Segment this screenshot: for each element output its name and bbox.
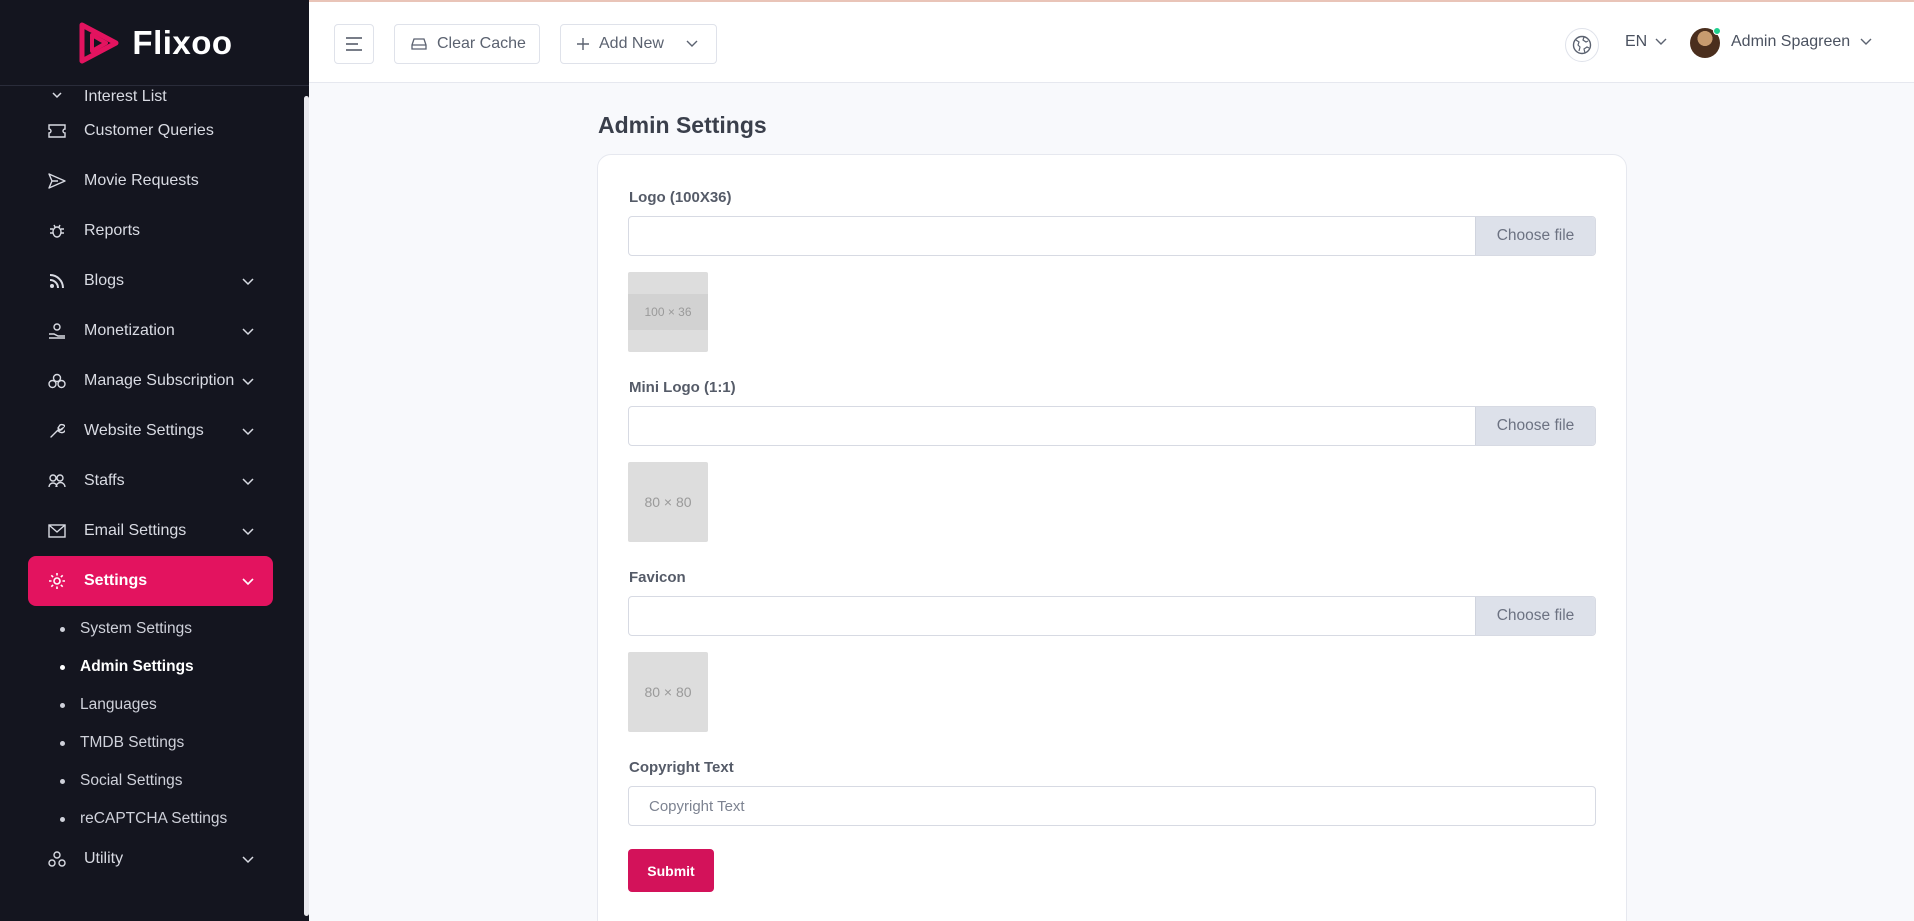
sidebar-item-website-settings[interactable]: Website Settings	[0, 406, 300, 456]
website-link-button[interactable]	[1565, 28, 1599, 62]
mini-logo-label: Mini Logo (1:1)	[629, 379, 736, 396]
sidebar-item-label: Movie Requests	[84, 172, 199, 189]
logo-preview: 100 × 36	[628, 272, 708, 352]
add-new-dropdown[interactable]: Add New	[560, 24, 717, 64]
topbar: Clear Cache Add New EN Admin Spagreen	[309, 0, 1914, 83]
sidebar-item-movie-requests[interactable]: Movie Requests	[0, 156, 300, 206]
clear-cache-button[interactable]: Clear Cache	[394, 24, 540, 64]
chevron-down-icon	[242, 428, 254, 436]
sidebar-item-interest-list[interactable]: Interest List	[0, 84, 300, 106]
chevron-down-icon	[1655, 38, 1667, 45]
sidebar-item-reports[interactable]: Reports	[0, 206, 300, 256]
clear-cache-label: Clear Cache	[437, 35, 526, 52]
online-status-dot	[1713, 27, 1721, 35]
chevron-down-icon	[242, 856, 254, 864]
user-name: Admin Spagreen	[1731, 33, 1851, 50]
wrench-icon	[48, 422, 66, 440]
submenu-item-languages[interactable]: Languages	[0, 686, 300, 724]
add-new-label: Add New	[599, 35, 664, 52]
hand-coin-icon	[48, 322, 66, 340]
admin-settings-form: Logo (100X36) Choose file 100 × 36 Mini …	[597, 154, 1627, 921]
rss-icon	[48, 272, 66, 290]
sidebar-item-label: Reports	[84, 222, 141, 239]
sidebar-item-label: Blogs	[84, 272, 125, 289]
favicon-preview: 80 × 80	[628, 652, 708, 732]
mini-logo-preview: 80 × 80	[628, 462, 708, 542]
submenu-item-system-settings[interactable]: System Settings	[0, 610, 300, 648]
settings-submenu: System Settings Admin Settings Languages…	[0, 606, 300, 838]
chevron-down-icon	[242, 328, 254, 336]
sidebar-item-monetization[interactable]: Monetization	[0, 306, 300, 356]
logo-label: Logo (100X36)	[629, 189, 732, 206]
logo-file-path[interactable]	[629, 217, 1475, 255]
subscription-icon	[48, 372, 66, 390]
chevron-down-icon	[1860, 38, 1872, 45]
chevron-down-icon	[686, 40, 698, 47]
storage-icon	[411, 38, 427, 50]
sidebar-item-label: Utility	[84, 850, 124, 867]
sidebar-item-email-settings[interactable]: Email Settings	[0, 506, 300, 556]
favicon-choose-file-button[interactable]: Choose file	[1475, 597, 1595, 635]
language-dropdown[interactable]: EN	[1625, 33, 1667, 51]
sidebar-item-label: Customer Queries	[84, 122, 214, 139]
submit-button[interactable]: Submit	[628, 849, 714, 892]
avatar[interactable]	[1690, 27, 1721, 58]
chevron-down-icon	[242, 378, 254, 386]
sidebar-scrollbar[interactable]	[304, 96, 309, 916]
favicon-file-input[interactable]: Choose file	[628, 596, 1596, 636]
ticket-icon	[48, 122, 66, 140]
sidebar-item-label: Staffs	[84, 472, 125, 489]
chevron-down-icon	[242, 528, 254, 536]
sidebar-item-label: Manage Subscription	[84, 372, 235, 389]
favicon-file-path[interactable]	[629, 597, 1475, 635]
sidebar-item-customer-queries[interactable]: Customer Queries	[0, 106, 300, 156]
sidebar-item-staffs[interactable]: Staffs	[0, 456, 300, 506]
utility-icon	[48, 850, 66, 868]
users-icon	[48, 472, 66, 490]
favicon-label: Favicon	[629, 569, 686, 586]
sidebar-item-label: Settings	[84, 572, 148, 589]
sidebar-item-manage-subscription[interactable]: Manage Subscription	[0, 356, 300, 406]
brand[interactable]: Flixoo	[0, 0, 309, 86]
globe-icon	[1572, 35, 1592, 55]
page-title: Admin Settings	[598, 112, 767, 138]
logo-preview-size: 100 × 36	[628, 294, 708, 330]
sidebar-toggle-button[interactable]	[334, 24, 374, 64]
sidebar: Flixoo Interest List Customer Queries Mo…	[0, 0, 309, 921]
gear-icon	[48, 572, 66, 590]
plus-icon	[577, 38, 589, 50]
sidebar-item-utility[interactable]: Utility	[0, 838, 300, 880]
language-label: EN	[1625, 33, 1648, 50]
chevron-down-icon	[242, 278, 254, 286]
mini-logo-choose-file-button[interactable]: Choose file	[1475, 407, 1595, 445]
submenu-item-tmdb-settings[interactable]: TMDB Settings	[0, 724, 300, 762]
mail-icon	[48, 522, 66, 540]
copyright-text-input[interactable]	[628, 786, 1596, 826]
submenu-item-recaptcha-settings[interactable]: reCAPTCHA Settings	[0, 800, 300, 838]
mini-logo-file-input[interactable]: Choose file	[628, 406, 1596, 446]
brand-logo-icon	[79, 22, 119, 63]
sidebar-item-blogs[interactable]: Blogs	[0, 256, 300, 306]
sidebar-item-label: Email Settings	[84, 522, 187, 539]
bug-icon	[48, 222, 66, 240]
copyright-label: Copyright Text	[629, 759, 734, 776]
sidebar-item-label: Interest List	[84, 88, 167, 105]
logo-file-input[interactable]: Choose file	[628, 216, 1596, 256]
sidebar-item-settings[interactable]: Settings	[28, 556, 273, 606]
submenu-item-admin-settings[interactable]: Admin Settings	[0, 648, 300, 686]
send-icon	[48, 172, 66, 190]
hamburger-icon	[346, 37, 362, 51]
mini-logo-file-path[interactable]	[629, 407, 1475, 445]
sidebar-menu: Interest List Customer Queries Movie Req…	[0, 84, 300, 880]
submenu-item-social-settings[interactable]: Social Settings	[0, 762, 300, 800]
logo-choose-file-button[interactable]: Choose file	[1475, 217, 1595, 255]
chevron-icon	[48, 86, 66, 104]
chevron-down-icon	[242, 478, 254, 486]
chevron-down-icon	[242, 578, 254, 586]
sidebar-item-label: Website Settings	[84, 422, 204, 439]
brand-name: Flixoo	[132, 23, 233, 61]
sidebar-item-label: Monetization	[84, 322, 175, 339]
user-menu-dropdown[interactable]: Admin Spagreen	[1731, 33, 1872, 51]
